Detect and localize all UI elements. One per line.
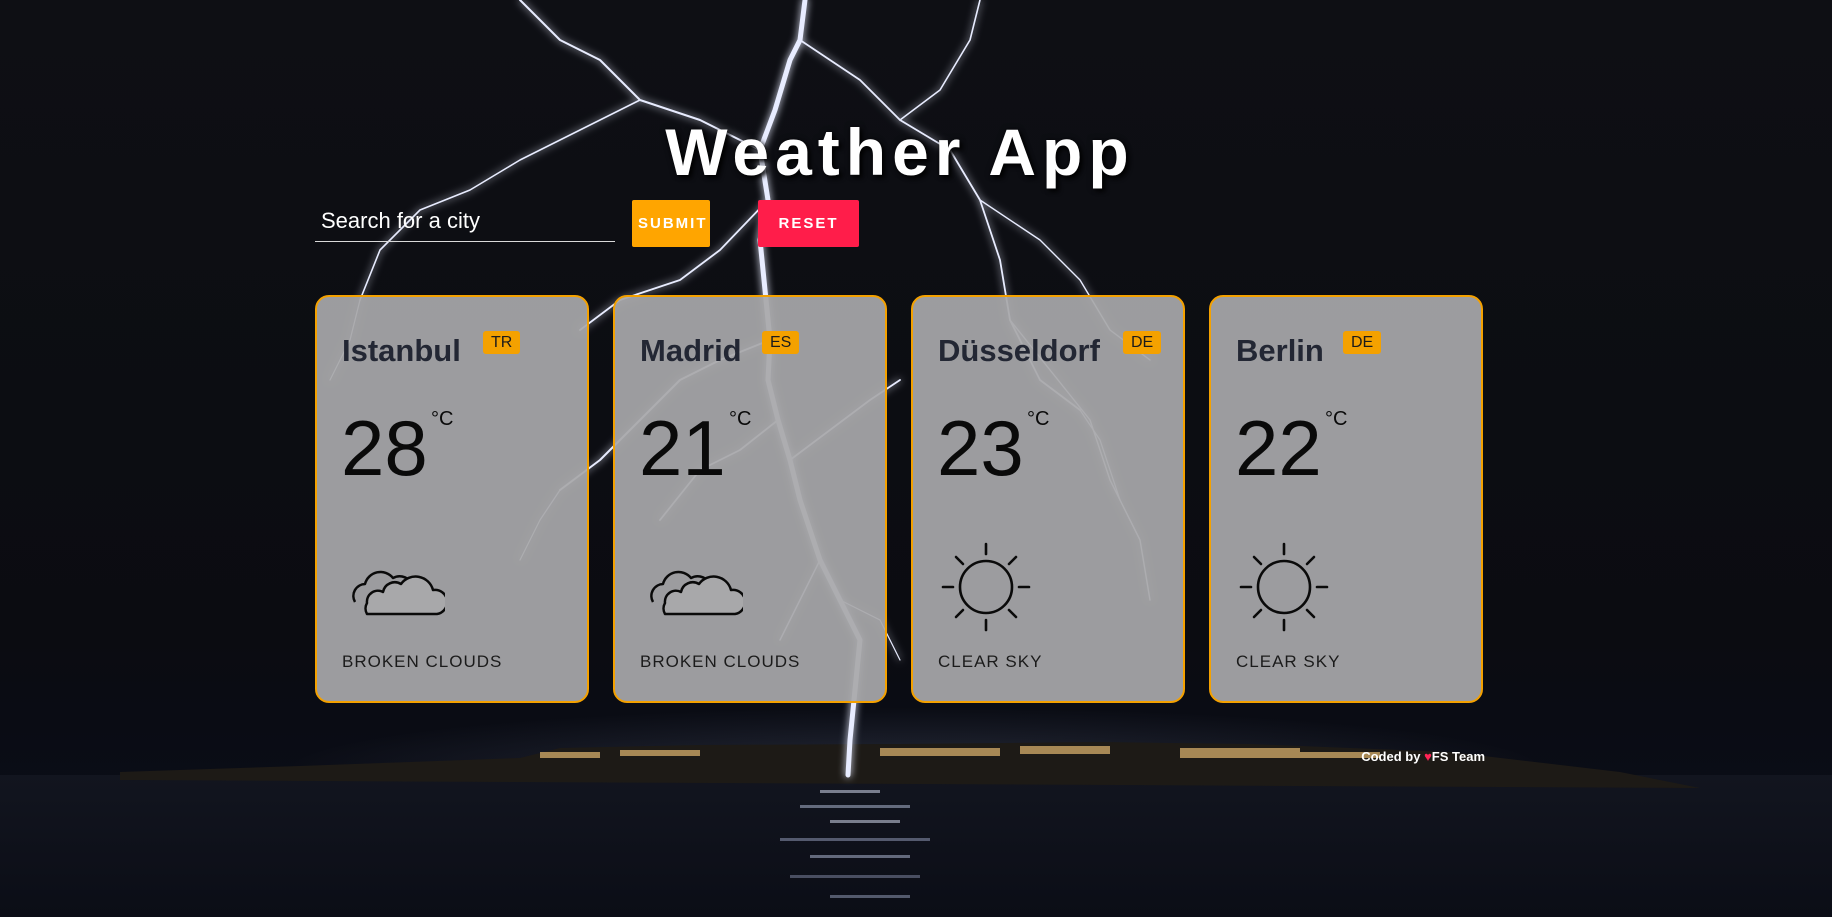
search-form: SUBMIT RESET [315, 200, 1315, 250]
country-badge: TR [483, 331, 521, 354]
app-title: Weather App [665, 115, 1135, 190]
city-name: Düsseldorf [938, 333, 1100, 368]
temperature-value: 22 [1235, 404, 1322, 492]
temperature-unit: °C [729, 408, 752, 430]
temperature-unit: °C [1027, 408, 1050, 430]
footer-credit: Coded by ♥FS Team [1361, 749, 1485, 764]
temperature-unit: °C [431, 408, 454, 430]
reset-button[interactable]: RESET [758, 200, 859, 247]
country-badge: DE [1343, 331, 1382, 354]
submit-button[interactable]: SUBMIT [632, 200, 710, 247]
clear-sky-sun-icon [1239, 542, 1329, 632]
weather-card: Istanbul TR 28 °C BROKEN CLOUDS [315, 295, 589, 703]
footer-author: FS Team [1431, 749, 1485, 764]
weather-card: Düsseldorf DE 23 °C CLEAR SKY [911, 295, 1185, 703]
temperature-value: 23 [937, 404, 1024, 492]
temperature-unit: °C [1325, 408, 1348, 430]
country-badge: DE [1123, 331, 1162, 354]
footer-prefix: Coded by [1361, 749, 1421, 764]
weather-app-page: Weather App SUBMIT RESET Istanbul TR 28 … [0, 0, 1832, 917]
country-badge: ES [762, 331, 800, 354]
temperature-value: 28 [341, 404, 428, 492]
clear-sky-sun-icon [941, 542, 1031, 632]
weather-description: BROKEN CLOUDS [640, 652, 801, 671]
city-name: Madrid [640, 333, 742, 368]
weather-description: CLEAR SKY [1236, 652, 1341, 671]
weather-card: Madrid ES 21 °C BROKEN CLOUDS [613, 295, 887, 703]
weather-description: CLEAR SKY [938, 652, 1043, 671]
city-search-input[interactable] [315, 200, 615, 242]
weather-cards: Istanbul TR 28 °C BROKEN CLOUDS Madrid E… [315, 295, 1485, 705]
weather-card: Berlin DE 22 °C CLEAR SKY [1209, 295, 1483, 703]
temperature-value: 21 [639, 404, 726, 492]
broken-clouds-icon [352, 570, 445, 616]
weather-description: BROKEN CLOUDS [342, 652, 503, 671]
heart-icon: ♥ [1424, 749, 1432, 764]
city-name: Istanbul [342, 333, 461, 368]
city-name: Berlin [1236, 333, 1324, 368]
broken-clouds-icon [650, 570, 743, 616]
